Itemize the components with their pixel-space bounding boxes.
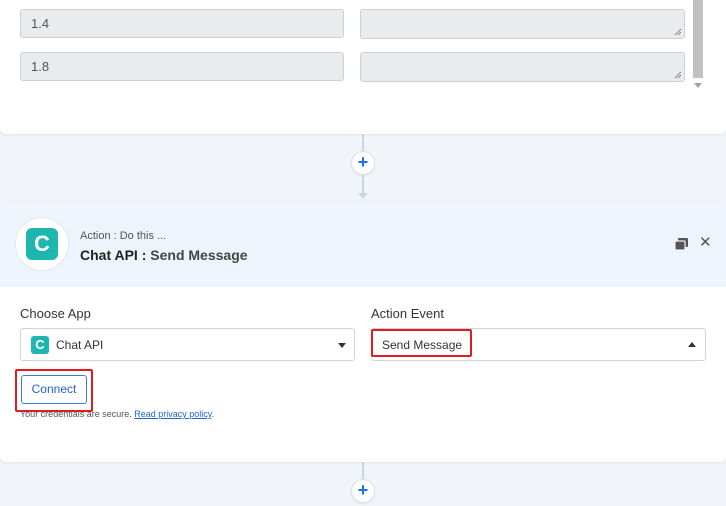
action-title: Chat API : Send Message bbox=[80, 247, 248, 263]
chevron-down-icon[interactable] bbox=[338, 343, 346, 348]
highlight-box bbox=[371, 329, 472, 357]
action-subtitle: Action : Do this ... bbox=[80, 230, 167, 242]
value-textarea-2[interactable] bbox=[360, 52, 685, 82]
app-logo: C bbox=[16, 218, 68, 270]
action-app-name: Chat API : bbox=[80, 247, 147, 263]
credentials-period: . bbox=[211, 409, 215, 419]
chevron-up-icon[interactable] bbox=[688, 342, 696, 347]
connector-line bbox=[362, 175, 364, 193]
value-textarea-1[interactable] bbox=[360, 9, 685, 39]
previous-step-card: 1.4 1.8 bbox=[0, 0, 726, 134]
close-icon[interactable]: ✕ bbox=[699, 234, 712, 252]
connector-line bbox=[362, 462, 364, 480]
credentials-note: Your credentials are secure. Read privac… bbox=[20, 409, 214, 419]
resize-grip-icon[interactable] bbox=[674, 28, 682, 36]
add-step-button[interactable]: + bbox=[351, 479, 375, 503]
connector-line bbox=[362, 134, 364, 152]
scroll-down-arrow-icon[interactable] bbox=[694, 83, 702, 88]
copy-icon[interactable] bbox=[675, 238, 688, 250]
value-input-2[interactable]: 1.8 bbox=[20, 52, 344, 81]
chat-api-logo-icon: C bbox=[26, 228, 58, 260]
action-event-label: Action Event bbox=[371, 306, 444, 321]
choose-app-value: Chat API bbox=[56, 338, 104, 352]
chat-api-logo-icon: C bbox=[31, 336, 49, 354]
connector-arrow-icon bbox=[358, 193, 368, 199]
credentials-text: Your credentials are secure. bbox=[20, 409, 132, 419]
action-header[interactable]: C Action : Do this ... Chat API : Send M… bbox=[0, 201, 726, 287]
resize-grip-icon[interactable] bbox=[674, 71, 682, 79]
add-step-button[interactable]: + bbox=[351, 151, 375, 175]
choose-app-select[interactable]: C Chat API bbox=[20, 328, 355, 361]
value-input-1[interactable]: 1.4 bbox=[20, 9, 344, 38]
privacy-policy-link[interactable]: Read privacy policy bbox=[134, 409, 211, 419]
action-step-card: C Action : Do this ... Chat API : Send M… bbox=[0, 201, 726, 462]
action-event-name: Send Message bbox=[150, 247, 248, 263]
choose-app-label: Choose App bbox=[20, 306, 91, 321]
scrollbar-thumb[interactable] bbox=[693, 0, 703, 78]
connect-button[interactable]: Connect bbox=[21, 375, 87, 404]
scrollbar[interactable] bbox=[691, 0, 705, 96]
